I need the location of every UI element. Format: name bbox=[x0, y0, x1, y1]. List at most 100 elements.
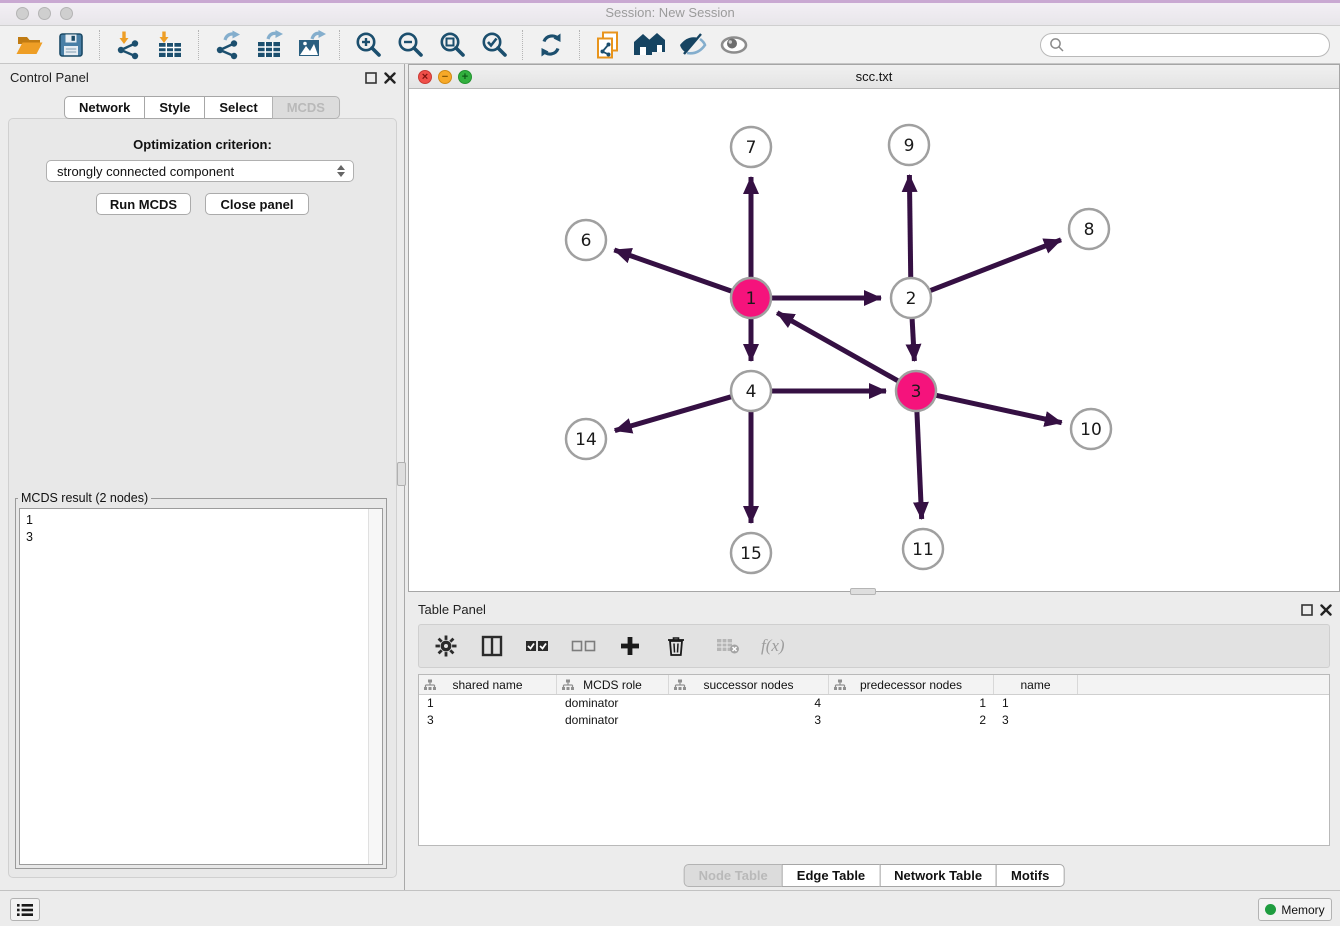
table-cell[interactable]: 4 bbox=[669, 695, 829, 712]
node-table[interactable]: shared nameMCDS rolesuccessor nodesprede… bbox=[418, 674, 1330, 846]
mcds-result-textarea[interactable]: 1 3 bbox=[19, 508, 383, 865]
table-row[interactable]: 1dominator411 bbox=[419, 695, 1329, 712]
graph-node-label: 1 bbox=[746, 289, 757, 309]
graph-edge-2-9[interactable] bbox=[909, 175, 910, 278]
graph-edge-3-10[interactable] bbox=[936, 395, 1062, 422]
graph-node-14[interactable]: 14 bbox=[566, 419, 606, 459]
tab-network[interactable]: Network bbox=[64, 96, 145, 119]
task-history-button[interactable] bbox=[10, 898, 40, 921]
graph-node-label: 15 bbox=[740, 544, 762, 564]
graph-node-3[interactable]: 3 bbox=[896, 371, 936, 411]
graph-node-10[interactable]: 10 bbox=[1071, 409, 1111, 449]
save-session-icon[interactable] bbox=[54, 29, 88, 61]
table-cell[interactable]: dominator bbox=[557, 712, 669, 729]
graph-node-label: 14 bbox=[575, 430, 597, 450]
birdseye-view-icon[interactable] bbox=[717, 29, 751, 61]
column-header-name[interactable]: name bbox=[994, 675, 1078, 694]
graph-node-6[interactable]: 6 bbox=[566, 220, 606, 260]
close-panel-icon[interactable] bbox=[384, 72, 396, 84]
table-row[interactable]: 3dominator323 bbox=[419, 712, 1329, 729]
column-header-shared-name[interactable]: shared name bbox=[419, 675, 557, 694]
select-all-checkboxes-icon[interactable] bbox=[525, 633, 551, 659]
toolbar-separator bbox=[198, 30, 199, 60]
attribute-type-icon bbox=[834, 679, 846, 691]
zoom-fit-icon[interactable] bbox=[435, 29, 469, 61]
network-graph-canvas[interactable]: 1 2 3 4 6 7 8 9 10 11 14 15 bbox=[409, 89, 1339, 591]
table-cell[interactable]: 3 bbox=[419, 712, 557, 729]
graph-edge-3-11[interactable] bbox=[917, 411, 922, 519]
hide-graphics-details-icon[interactable] bbox=[675, 29, 709, 61]
table-cell[interactable]: 3 bbox=[994, 712, 1078, 729]
tab-node-table[interactable]: Node Table bbox=[684, 864, 783, 887]
memory-label: Memory bbox=[1281, 903, 1324, 917]
table-cell[interactable]: 3 bbox=[669, 712, 829, 729]
graph-node-8[interactable]: 8 bbox=[1069, 209, 1109, 249]
table-cell[interactable]: 1 bbox=[994, 695, 1078, 712]
network-window-title: scc.txt bbox=[409, 65, 1339, 88]
tab-style[interactable]: Style bbox=[144, 96, 205, 119]
close-panel-button[interactable]: Close panel bbox=[205, 193, 309, 215]
graph-node-7[interactable]: 7 bbox=[731, 127, 771, 167]
tab-motifs[interactable]: Motifs bbox=[996, 864, 1064, 887]
graph-node-9[interactable]: 9 bbox=[889, 125, 929, 165]
graph-node-1[interactable]: 1 bbox=[731, 278, 771, 318]
graph-edge-4-14[interactable] bbox=[615, 397, 732, 431]
open-file-icon[interactable] bbox=[12, 29, 46, 61]
float-table-panel-icon[interactable] bbox=[1301, 604, 1313, 616]
graph-node-4[interactable]: 4 bbox=[731, 371, 771, 411]
export-table-icon[interactable] bbox=[252, 29, 286, 61]
tab-mcds[interactable]: MCDS bbox=[272, 96, 340, 119]
refresh-icon[interactable] bbox=[534, 29, 568, 61]
zoom-selected-icon[interactable] bbox=[477, 29, 511, 61]
duplicate-network-icon[interactable] bbox=[591, 29, 625, 61]
graph-node-11[interactable]: 11 bbox=[903, 529, 943, 569]
add-column-icon[interactable] bbox=[617, 633, 643, 659]
mcds-result-values: 1 3 bbox=[26, 512, 362, 861]
import-table-icon[interactable] bbox=[153, 29, 187, 61]
vertical-splitter-grip[interactable] bbox=[397, 462, 406, 486]
optimization-criterion-select[interactable]: strongly connected component bbox=[46, 160, 354, 182]
table-cell[interactable]: 1 bbox=[419, 695, 557, 712]
import-network-icon[interactable] bbox=[111, 29, 145, 61]
column-header-MCDS-role[interactable]: MCDS role bbox=[557, 675, 669, 694]
first-neighbors-icon[interactable] bbox=[633, 29, 667, 61]
table-cell[interactable]: 2 bbox=[829, 712, 994, 729]
column-header-predecessor-nodes[interactable]: predecessor nodes bbox=[829, 675, 994, 694]
tab-network-table[interactable]: Network Table bbox=[879, 864, 997, 887]
attribute-type-icon bbox=[674, 679, 686, 691]
tab-edge-table[interactable]: Edge Table bbox=[782, 864, 880, 887]
table-toolbar: f(x) bbox=[418, 624, 1330, 668]
graph-edge-2-3[interactable] bbox=[912, 318, 914, 361]
delete-column-trash-icon[interactable] bbox=[663, 633, 689, 659]
graph-node-2[interactable]: 2 bbox=[891, 278, 931, 318]
graph-edge-3-1[interactable] bbox=[777, 313, 898, 381]
toolbar-separator bbox=[339, 30, 340, 60]
network-window-titlebar[interactable]: × − + scc.txt bbox=[409, 65, 1339, 89]
export-network-icon[interactable] bbox=[210, 29, 244, 61]
graph-node-15[interactable]: 15 bbox=[731, 533, 771, 573]
horizontal-splitter-grip[interactable] bbox=[850, 588, 876, 595]
control-panel-header: Control Panel bbox=[0, 64, 404, 94]
zoom-in-icon[interactable] bbox=[351, 29, 385, 61]
search-text-field[interactable] bbox=[1065, 35, 1329, 55]
graph-edge-1-6[interactable] bbox=[614, 250, 732, 291]
mcds-panel: Optimization criterion: strongly connect… bbox=[8, 118, 397, 878]
column-header-successor-nodes[interactable]: successor nodes bbox=[669, 675, 829, 694]
dropdown-selected-value: strongly connected component bbox=[57, 164, 234, 179]
search-input[interactable] bbox=[1040, 33, 1330, 57]
result-scrollbar[interactable] bbox=[368, 509, 382, 864]
memory-button[interactable]: Memory bbox=[1258, 898, 1332, 921]
graph-edge-2-8[interactable] bbox=[930, 240, 1061, 291]
tab-select[interactable]: Select bbox=[204, 96, 272, 119]
graph-node-label: 3 bbox=[911, 382, 922, 402]
float-panel-icon[interactable] bbox=[365, 72, 377, 84]
zoom-out-icon[interactable] bbox=[393, 29, 427, 61]
table-options-gear-icon[interactable] bbox=[433, 633, 459, 659]
close-table-panel-icon[interactable] bbox=[1320, 604, 1332, 616]
export-image-icon[interactable] bbox=[294, 29, 328, 61]
unselect-all-checkboxes-icon[interactable] bbox=[571, 633, 597, 659]
run-mcds-button[interactable]: Run MCDS bbox=[96, 193, 191, 215]
table-cell[interactable]: dominator bbox=[557, 695, 669, 712]
show-columns-icon[interactable] bbox=[479, 633, 505, 659]
table-cell[interactable]: 1 bbox=[829, 695, 994, 712]
